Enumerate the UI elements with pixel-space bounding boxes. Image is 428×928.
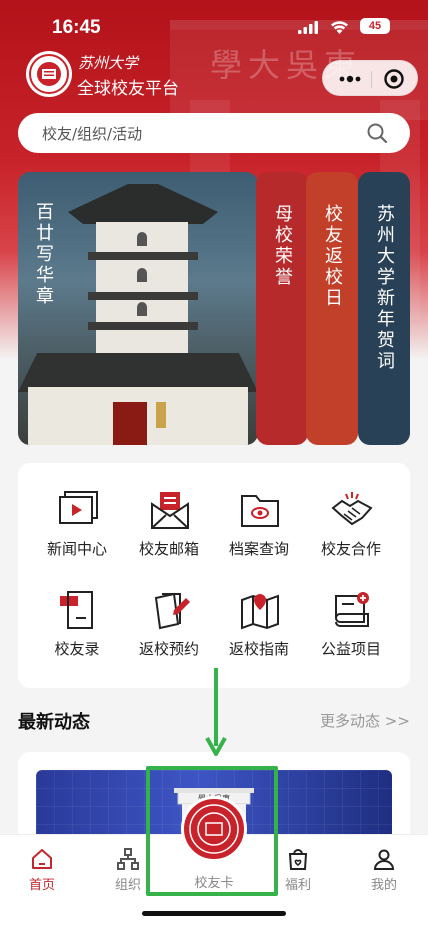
search-icon[interactable] (366, 122, 388, 144)
news-section-title: 最新动态 (18, 712, 90, 733)
service-label: 校友邮箱 (138, 540, 199, 558)
service-label: 公益项目 (320, 640, 381, 658)
mailbox-icon (151, 492, 189, 529)
map-guide-icon (241, 594, 279, 630)
home-icon (32, 849, 52, 869)
gift-bag-icon (288, 849, 308, 870)
tab-mine[interactable]: 我的 (354, 847, 414, 893)
banner-main-card[interactable]: 百廿写华章 (18, 172, 258, 445)
service-news-center[interactable]: 新闻中心 (32, 488, 122, 578)
service-label: 返校预约 (138, 640, 199, 658)
tower-roof-illustration (68, 184, 218, 224)
search-placeholder: 校友/组织/活动 (42, 125, 143, 143)
news-more-link[interactable]: 更多动态 >> (320, 710, 410, 731)
temple-plaque-illustration (156, 402, 166, 428)
banner-tab-honor[interactable]: 母校荣誉 (256, 172, 308, 445)
service-charity-project[interactable]: 公益项目 (306, 588, 396, 678)
battery-icon: 45 (360, 18, 390, 34)
status-bar: 16:45 45 (0, 0, 428, 52)
services-card: 新闻中心 校友邮箱 档案查询 校友合作 校友录 返校预约 返校指南 公益项目 (18, 463, 410, 688)
annotation-highlight-box (146, 766, 278, 896)
tower-window (137, 302, 147, 316)
annotation-arrow (205, 668, 227, 756)
service-archive-query[interactable]: 档案查询 (214, 488, 304, 578)
tower-window (137, 268, 147, 282)
charity-certificate-icon (335, 592, 369, 627)
service-label: 校友录 (54, 640, 100, 658)
signal-icon (298, 21, 318, 34)
tab-label: 首页 (28, 878, 55, 893)
search-input[interactable]: 校友/组织/活动 (18, 113, 410, 153)
brand-title: 全球校友平台 (77, 79, 179, 99)
service-directory[interactable]: 校友录 (32, 588, 122, 678)
news-center-icon (59, 491, 98, 524)
user-icon (373, 849, 395, 870)
service-label: 新闻中心 (46, 540, 107, 558)
more-icon[interactable] (337, 70, 363, 88)
service-return-booking[interactable]: 返校预约 (124, 588, 214, 678)
tab-home[interactable]: 首页 (12, 847, 72, 893)
service-label: 返校指南 (228, 640, 289, 658)
home-indicator (142, 911, 286, 916)
service-return-guide[interactable]: 返校指南 (214, 588, 304, 678)
booking-icon (154, 592, 190, 630)
banner-tab-label: 校友返校日 (322, 204, 343, 309)
wifi-icon (331, 21, 348, 34)
tower-eave (88, 292, 198, 300)
banner-tab-label: 苏州大学新年贺词 (374, 204, 395, 372)
service-alumni-cooperation[interactable]: 校友合作 (306, 488, 396, 578)
tower-window (137, 232, 147, 246)
banner-tab-new-year[interactable]: 苏州大学新年贺词 (358, 172, 410, 445)
miniprogram-capsule (322, 60, 418, 96)
banner-main-title: 百廿写华章 (33, 202, 54, 307)
university-seal-logo (26, 51, 72, 97)
close-miniprogram-icon[interactable] (383, 68, 405, 90)
banner-tab-return-day[interactable]: 校友返校日 (306, 172, 358, 445)
handshake-icon (331, 492, 373, 526)
service-mailbox[interactable]: 校友邮箱 (124, 488, 214, 578)
capsule-divider (371, 71, 372, 88)
temple-door-illustration (113, 402, 147, 445)
status-time: 16:45 (52, 17, 101, 38)
tower-eave (88, 322, 198, 330)
tab-label: 我的 (370, 878, 397, 893)
archive-folder-icon (241, 495, 279, 527)
banner-tab-label: 母校荣誉 (272, 204, 293, 288)
service-label: 档案查询 (228, 540, 289, 558)
directory-icon (60, 591, 93, 629)
service-label: 校友合作 (320, 540, 381, 558)
org-chart-icon (117, 848, 139, 870)
brand-script: 苏州大学 (78, 54, 139, 72)
tower-eave (88, 252, 198, 260)
